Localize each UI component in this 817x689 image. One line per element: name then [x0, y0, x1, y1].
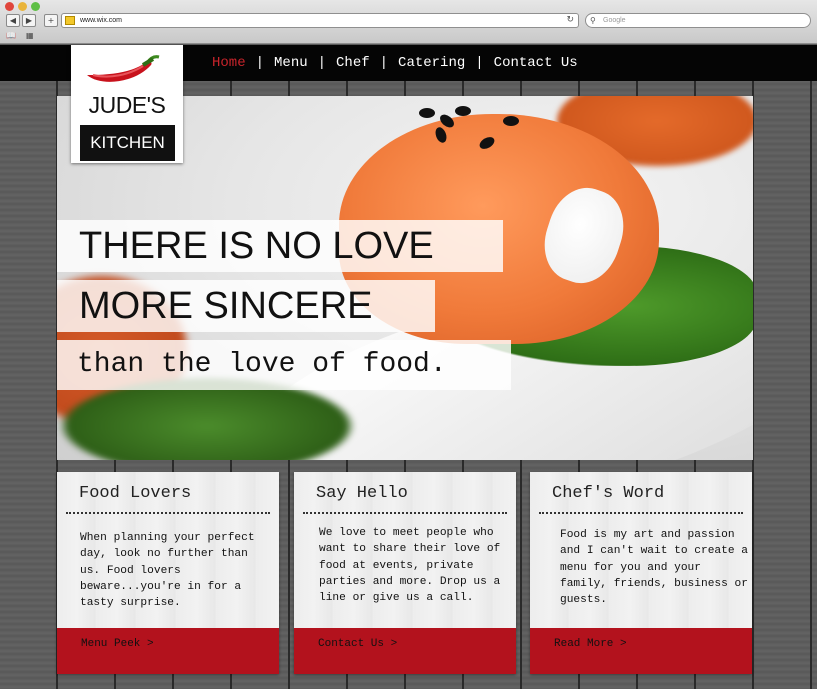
- nav-item-contact-us[interactable]: Contact Us: [494, 55, 578, 71]
- card-food-lovers: Food Lovers When planning your perfect d…: [57, 472, 279, 674]
- nav-item-catering[interactable]: Catering: [398, 55, 465, 71]
- card-title: Say Hello: [316, 484, 408, 503]
- search-input[interactable]: ⚲ Google: [585, 13, 811, 28]
- address-bar[interactable]: www.wix.com ↻: [61, 13, 579, 28]
- chili-pepper-icon: [87, 55, 160, 82]
- card-title: Food Lovers: [79, 484, 192, 503]
- contact-us-button[interactable]: Contact Us >: [294, 628, 516, 674]
- card-title: Chef's Word: [552, 484, 665, 503]
- browser-toolbar: ◀ ▶ + www.wix.com ↻ ⚲ Google 📖 ▦: [0, 0, 817, 44]
- search-placeholder: Google: [603, 17, 626, 24]
- seed-image: [455, 106, 471, 116]
- search-icon: ⚲: [590, 16, 596, 25]
- zoom-window-button[interactable]: [31, 2, 40, 11]
- top-sites-icon[interactable]: ▦: [26, 31, 34, 40]
- card-divider: [66, 512, 270, 514]
- card-body: When planning your perfect day, look no …: [80, 532, 255, 610]
- site-nav: Home | Menu | Chef | Catering | Contact …: [212, 55, 578, 71]
- logo-title: JUDE'S: [88, 92, 166, 118]
- nav-separator: |: [475, 55, 484, 71]
- seed-image: [419, 108, 435, 118]
- card-body: We love to meet people who want to share…: [319, 527, 501, 605]
- card-divider: [539, 512, 743, 514]
- logo-subtitle: KITCHEN: [80, 125, 175, 161]
- address-text: www.wix.com: [80, 17, 123, 24]
- close-window-button[interactable]: [5, 2, 14, 11]
- card-cta-label[interactable]: Read More >: [554, 638, 627, 650]
- nav-item-menu[interactable]: Menu: [274, 55, 308, 71]
- card-divider: [303, 512, 507, 514]
- site-favicon-icon: [65, 16, 75, 25]
- nav-separator: |: [379, 55, 389, 71]
- forward-button[interactable]: ▶: [22, 14, 36, 27]
- back-button[interactable]: ◀: [6, 14, 20, 27]
- seed-image: [503, 116, 519, 126]
- card-cta-label[interactable]: Contact Us >: [318, 638, 397, 650]
- new-tab-button[interactable]: +: [44, 14, 58, 27]
- bookmarks-icon[interactable]: 📖: [6, 31, 16, 40]
- nav-item-home[interactable]: Home: [212, 55, 246, 71]
- nav-separator: |: [317, 55, 327, 71]
- card-body: Food is my art and passion and I can't w…: [560, 529, 748, 607]
- menu-peek-button[interactable]: Menu Peek >: [57, 628, 279, 674]
- reload-icon[interactable]: ↻: [566, 14, 574, 27]
- card-say-hello: Say Hello We love to meet people who wan…: [294, 472, 516, 674]
- site-logo[interactable]: JUDE'S KITCHEN: [71, 45, 183, 163]
- hero-headline-line-2: MORE SINCERE: [57, 280, 435, 332]
- card-cta-label[interactable]: Menu Peek >: [81, 638, 154, 650]
- read-more-button[interactable]: Read More >: [530, 628, 752, 674]
- nav-item-chef[interactable]: Chef: [336, 55, 370, 71]
- minimize-window-button[interactable]: [18, 2, 27, 11]
- hero-tagline: than the love of food.: [57, 340, 511, 390]
- nav-separator: |: [255, 55, 265, 71]
- card-chefs-word: Chef's Word Food is my art and passion a…: [530, 472, 752, 674]
- hero-headline-line-1: THERE IS NO LOVE: [57, 220, 503, 272]
